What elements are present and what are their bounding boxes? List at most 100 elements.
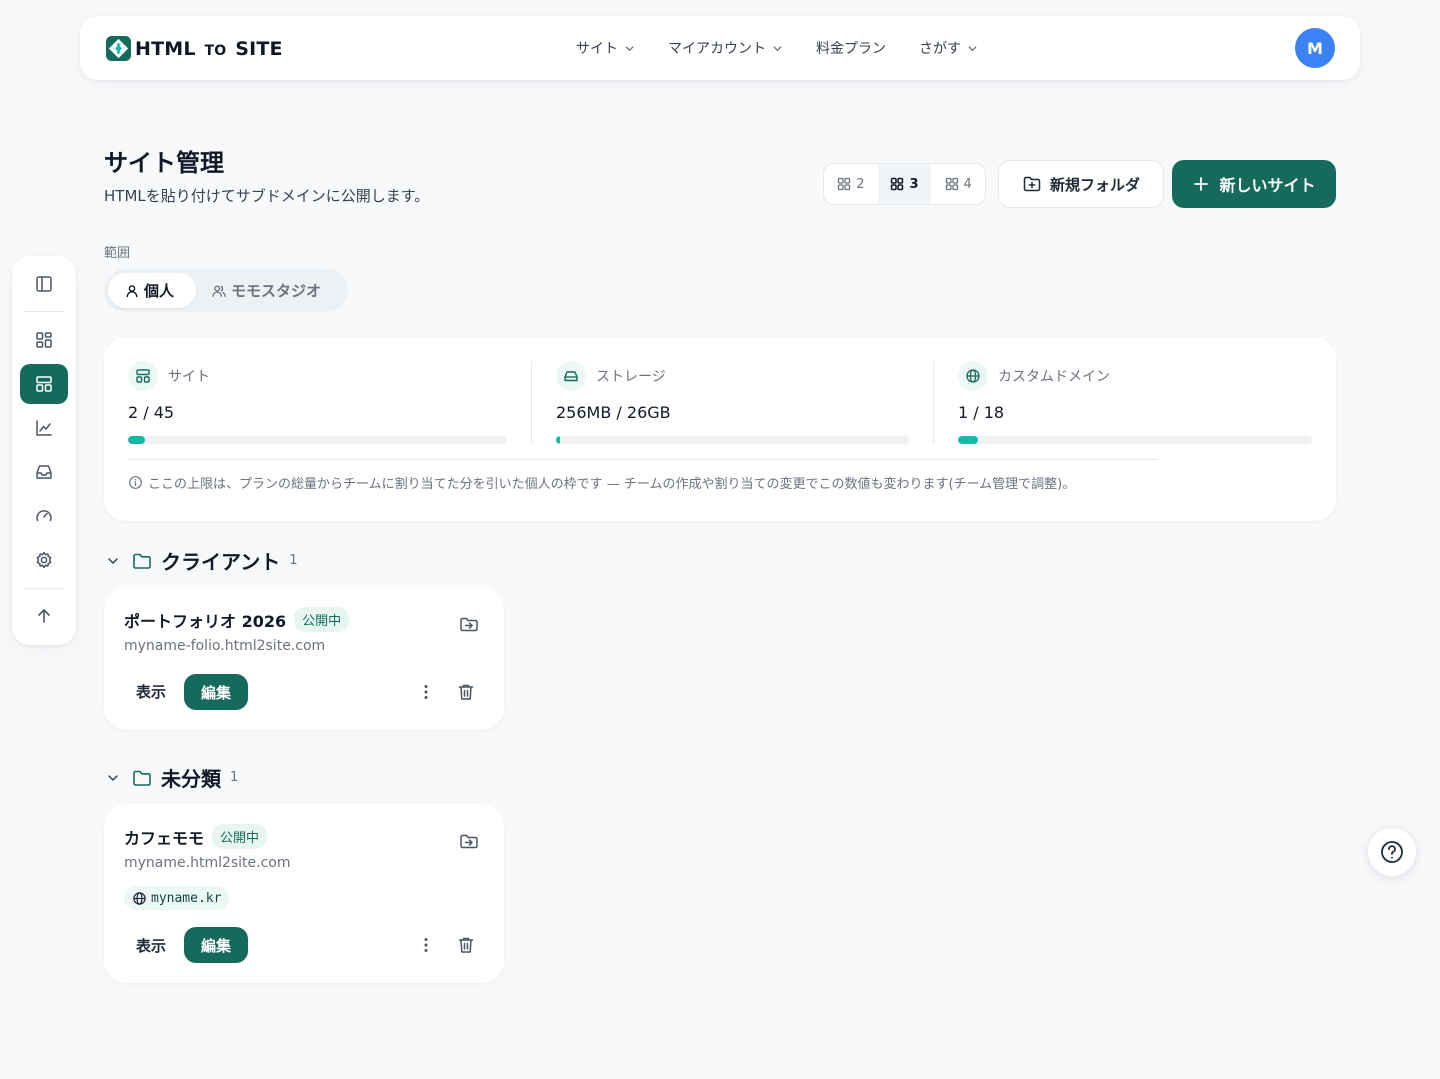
metric-label: カスタムドメイン <box>998 369 1110 385</box>
status-badge: 公開中 <box>294 607 350 632</box>
scope-team-option[interactable]: モモスタジオ <box>200 273 344 308</box>
sites-icon <box>36 376 52 392</box>
rail-inbox[interactable] <box>20 452 68 492</box>
usage-bar <box>958 436 1312 444</box>
metric-label: サイト <box>168 369 210 385</box>
usage-bar-fill <box>958 436 978 444</box>
new-folder-button[interactable]: 新規フォルダ <box>998 160 1164 208</box>
site-card: カフェモモ 公開中 myname.html2site.com myname.kr… <box>104 804 504 983</box>
chevron-down-icon <box>773 45 782 51</box>
chevron-down-icon <box>108 774 118 781</box>
inbox-icon <box>36 465 52 479</box>
rail-analytics[interactable] <box>20 408 68 448</box>
metric-storage: ストレージ 256MB / 26GB <box>556 361 909 444</box>
metric-divider <box>531 361 532 443</box>
metric-label: ストレージ <box>596 369 666 385</box>
scope-toggle: 個人 モモスタジオ <box>104 269 348 312</box>
chevron-down-icon <box>625 45 634 51</box>
brand-logo[interactable]: HTML TO SITE <box>105 35 283 62</box>
folder-count: 1 <box>289 553 298 568</box>
help-icon <box>1381 841 1403 863</box>
site-card: ポートフォリオ 2026 公開中 myname-folio.html2site.… <box>104 587 504 730</box>
trash-icon[interactable] <box>456 682 476 702</box>
custom-domain-chip[interactable]: myname.kr <box>124 886 230 910</box>
usage-bar <box>556 436 909 444</box>
folder-icon <box>133 770 151 786</box>
page-subtitle: HTMLを貼り付けてサブドメインに公開します。 <box>104 187 430 205</box>
site-title: ポートフォリオ 2026 <box>124 611 287 631</box>
nav-sites[interactable]: サイト <box>576 38 635 58</box>
site-url[interactable]: myname-folio.html2site.com <box>124 638 325 654</box>
view-button[interactable]: 表示 <box>136 935 166 956</box>
metric-custom-domain: カスタムドメイン 1 / 18 <box>958 361 1312 444</box>
speed-icon <box>36 510 52 522</box>
dashboard-icon <box>36 332 52 348</box>
nav-my-account[interactable]: マイアカウント <box>668 38 783 58</box>
edit-button[interactable]: 編集 <box>184 927 248 963</box>
grid-icon <box>945 177 958 191</box>
rail-dashboard[interactable] <box>20 320 68 360</box>
scope-personal-option[interactable]: 個人 <box>108 273 196 308</box>
nav-explore[interactable]: さがす <box>919 38 978 58</box>
user-icon <box>126 284 138 297</box>
grid-icon <box>838 177 851 191</box>
usage-bar <box>128 436 507 444</box>
top-navigation: HTML TO SITE サイト マイアカウント 料金プラン さがす M <box>80 16 1360 80</box>
edit-button[interactable]: 編集 <box>184 674 248 710</box>
move-to-folder-icon[interactable] <box>458 830 480 852</box>
rail-scroll-top[interactable] <box>20 596 68 636</box>
site-url[interactable]: myname.html2site.com <box>124 855 291 871</box>
sidebar-toggle-button[interactable] <box>20 264 68 304</box>
metric-divider <box>933 361 934 443</box>
brand-name: HTML TO SITE <box>135 37 283 60</box>
grid-icon <box>891 177 904 191</box>
folder-icon <box>133 553 151 569</box>
folder-name: クライアント <box>161 550 281 574</box>
move-to-folder-icon[interactable] <box>458 613 480 635</box>
metric-value: 2 / 45 <box>128 403 175 422</box>
new-site-button[interactable]: 新しいサイト <box>1172 160 1336 208</box>
scroll-top-icon <box>38 608 50 623</box>
usage-bar-fill <box>556 436 560 444</box>
rail-divider <box>24 588 64 589</box>
chevron-down-icon <box>968 45 977 51</box>
folder-count: 1 <box>230 770 239 785</box>
status-badge: 公開中 <box>212 824 268 849</box>
grid-4-option[interactable]: 4 <box>931 164 985 204</box>
folder-plus-icon <box>1023 176 1041 192</box>
user-avatar[interactable]: M <box>1295 28 1335 68</box>
scope-label: 範囲 <box>104 246 131 261</box>
usage-bar-fill <box>128 436 145 444</box>
trash-icon[interactable] <box>456 935 476 955</box>
nav-pricing[interactable]: 料金プラン <box>816 38 886 58</box>
view-button[interactable]: 表示 <box>136 681 166 702</box>
grid-2-option[interactable]: 2 <box>824 164 878 204</box>
usage-summary-card: サイト 2 / 45 ストレージ 256MB / 26GB カスタムドメイン 1… <box>104 337 1336 521</box>
settings-icon <box>36 551 52 569</box>
globe-icon <box>133 891 146 905</box>
metric-sites: サイト 2 / 45 <box>128 361 507 444</box>
page-title: サイト管理 <box>104 149 224 177</box>
more-options-icon[interactable] <box>416 682 436 702</box>
site-title: カフェモモ <box>124 828 205 848</box>
usage-note: ここの上限は、プランの総量からチームに割り当てた分を引いた個人の枠です — チー… <box>128 473 1075 492</box>
users-icon <box>212 285 226 297</box>
sidebar-toggle-icon <box>36 276 52 292</box>
folder-header-client[interactable]: クライアント 1 <box>104 546 297 575</box>
folder-header-uncategorized[interactable]: 未分類 1 <box>104 763 238 792</box>
help-button[interactable] <box>1368 828 1416 876</box>
grid-columns-toggle: 2 3 4 <box>823 163 986 205</box>
more-options-icon[interactable] <box>416 935 436 955</box>
rail-performance[interactable] <box>20 496 68 536</box>
grid-3-option[interactable]: 3 <box>877 164 932 204</box>
hard-drive-icon <box>556 361 586 391</box>
logo-icon <box>105 35 132 62</box>
folder-name: 未分類 <box>161 767 221 791</box>
plus-icon <box>1194 177 1209 191</box>
metric-value: 1 / 18 <box>958 403 1005 422</box>
metric-value: 256MB / 26GB <box>556 403 671 422</box>
rail-settings[interactable] <box>20 540 68 580</box>
usage-divider <box>128 459 1158 460</box>
main-menu: サイト マイアカウント 料金プラン さがす <box>576 16 1011 80</box>
rail-sites[interactable] <box>20 364 68 404</box>
